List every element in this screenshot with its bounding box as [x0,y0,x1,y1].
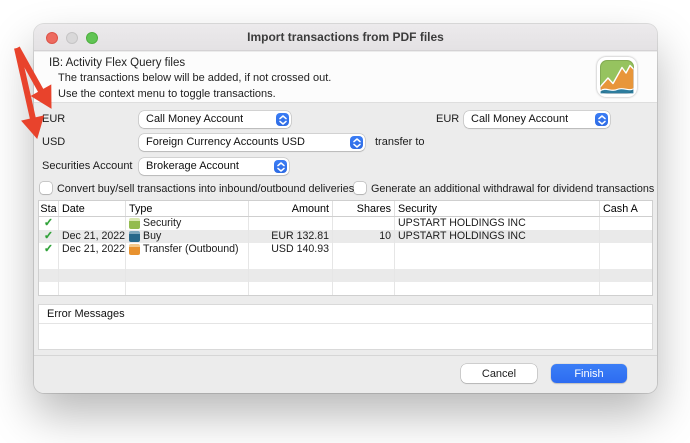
close-window-icon[interactable] [46,32,58,44]
table-header[interactable]: Sta Date Type Amount Shares Security Cas… [39,201,653,217]
intro-heading: IB: Activity Flex Query files [49,57,657,69]
minimize-window-icon[interactable] [66,32,78,44]
column-header-status[interactable]: Sta [39,201,59,216]
convert-deliveries-option[interactable]: Convert buy/sell transactions into inbou… [40,182,354,196]
table-row-security[interactable]: ✓ Security UPSTART HOLDINGS INC [39,217,653,230]
currency-label-usd: USD [42,134,65,151]
buy-type-icon [129,231,140,242]
generate-withdrawal-option[interactable]: Generate an additional withdrawal for di… [354,182,654,196]
generate-withdrawal-checkbox[interactable] [354,182,366,194]
convert-deliveries-label: Convert buy/sell transactions into inbou… [57,183,354,195]
column-header-security[interactable]: Security [395,201,600,216]
security-type-icon [129,218,140,229]
error-messages-title: Error Messages [39,305,652,324]
checkmark-icon: ✓ [44,217,53,230]
footer-bar: Cancel Finish [34,355,657,393]
cancel-button[interactable]: Cancel [461,364,537,383]
eur-row: EUR Call Money Account EUR Call Money Ac… [34,111,657,128]
window-title: Import transactions from PDF files [34,30,657,44]
transfer-to-label: transfer to [375,134,425,151]
checkmark-icon: ✓ [44,230,53,243]
eur-account-select-right[interactable]: Call Money Account [464,111,610,128]
error-messages-section: Error Messages [38,304,653,350]
checkmark-icon: ✓ [44,243,53,256]
usd-row: USD Foreign Currency Accounts USD transf… [34,134,657,151]
table-row-empty [39,269,653,282]
import-transactions-dialog: Import transactions from PDF files IB: A… [34,24,657,393]
popup-stepper-icon [350,136,363,149]
zoom-window-icon[interactable] [86,32,98,44]
table-row-transfer-outbound[interactable]: ✓ Dec 21, 2022, Transfer (Outbound) USD … [39,243,653,256]
intro-line-1: The transactions below will be added, if… [58,72,657,85]
generate-withdrawal-label: Generate an additional withdrawal for di… [371,183,654,195]
popup-stepper-icon [274,160,287,173]
intro-line-2: Use the context menu to toggle transacti… [58,88,657,101]
transactions-table: Sta Date Type Amount Shares Security Cas… [38,200,653,296]
currency-label-eur-right: EUR [436,111,459,128]
titlebar[interactable]: Import transactions from PDF files [34,24,657,51]
securities-account-select[interactable]: Brokerage Account [139,158,289,175]
intro-section: IB: Activity Flex Query files The transa… [34,52,657,103]
usd-account-select[interactable]: Foreign Currency Accounts USD [139,134,365,151]
column-header-cash-account[interactable]: Cash A [600,201,653,216]
convert-deliveries-checkbox[interactable] [40,182,52,194]
column-header-amount[interactable]: Amount [249,201,333,216]
eur-account-select[interactable]: Call Money Account [139,111,291,128]
column-header-type[interactable]: Type [126,201,249,216]
table-row-buy[interactable]: ✓ Dec 21, 2022, Buy EUR 132.81 10 UPSTAR… [39,230,653,243]
finish-button[interactable]: Finish [551,364,627,383]
popup-stepper-icon [595,113,608,126]
popup-stepper-icon [276,113,289,126]
column-header-shares[interactable]: Shares [333,201,395,216]
table-row-empty [39,282,653,295]
securities-account-row: Securities Account Brokerage Account [34,158,657,175]
transfer-type-icon [129,244,140,255]
app-logo-icon [597,57,637,97]
column-header-date[interactable]: Date [59,201,126,216]
currency-label-eur-left: EUR [42,111,65,128]
securities-account-label: Securities Account [42,158,133,175]
table-row-empty [39,256,653,269]
